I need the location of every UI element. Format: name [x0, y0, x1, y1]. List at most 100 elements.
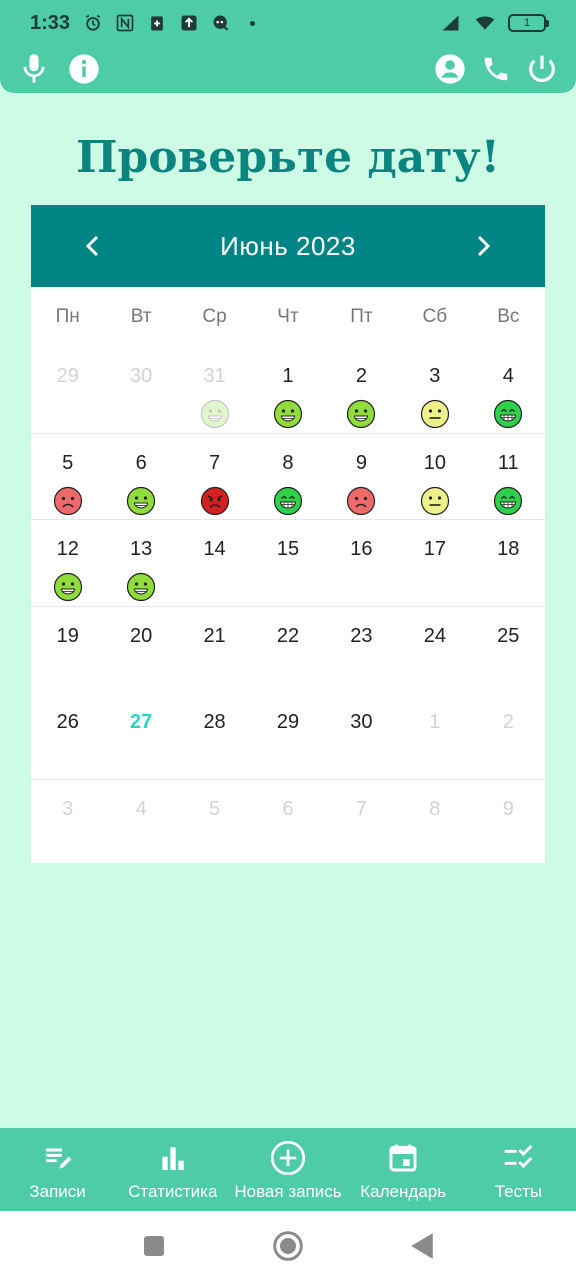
calendar-day[interactable]: 28	[178, 693, 251, 779]
day-number: 25	[497, 624, 520, 647]
back-button[interactable]	[405, 1229, 439, 1263]
calendar-day[interactable]: 13	[104, 520, 177, 606]
calendar-day[interactable]: 3	[31, 780, 104, 867]
calendar-day[interactable]: 23	[325, 607, 398, 694]
calendar-day-today[interactable]: 27	[104, 693, 177, 779]
calendar-day[interactable]: 6	[251, 780, 324, 867]
calendar-day[interactable]: 5	[31, 434, 104, 520]
day-number: 8	[429, 797, 441, 820]
day-number: 9	[355, 451, 367, 474]
status-right: 1	[440, 12, 549, 34]
calendar-day[interactable]: 7	[325, 780, 398, 867]
calendar-day[interactable]: 20	[104, 607, 177, 694]
calendar-day[interactable]: 14	[178, 520, 251, 606]
add-circle-icon	[270, 1140, 306, 1176]
day-number: 5	[209, 797, 221, 820]
prev-month-button[interactable]	[79, 232, 107, 260]
calendar-day[interactable]: 21	[178, 607, 251, 694]
day-number: 3	[62, 797, 74, 820]
calendar-day[interactable]: 29	[31, 347, 104, 433]
nfc-icon	[114, 12, 136, 34]
calendar-day[interactable]: 9	[325, 434, 398, 520]
calendar-day[interactable]: 10	[398, 434, 471, 520]
calendar-day[interactable]: 7	[178, 434, 251, 520]
calendar-day[interactable]: 22	[251, 607, 324, 694]
day-number: 26	[56, 711, 79, 733]
nav-label: Новая запись	[234, 1182, 342, 1201]
calendar-day[interactable]: 4	[472, 347, 545, 433]
medical-icon	[146, 12, 168, 34]
nav-item-new-entry[interactable]: Новая запись	[230, 1128, 345, 1211]
calendar-day[interactable]: 3	[398, 347, 471, 433]
calendar-day[interactable]: 24	[398, 607, 471, 694]
calendar-day[interactable]: 5	[178, 780, 251, 867]
day-number: 20	[130, 624, 153, 647]
calendar-day[interactable]: 29	[251, 693, 324, 779]
calendar-day[interactable]: 1	[398, 693, 471, 779]
angry-face-icon	[200, 486, 229, 515]
grinning-face-icon	[494, 399, 523, 429]
calendar-day[interactable]: 4	[104, 780, 177, 867]
weekday-label: Пн	[55, 306, 80, 327]
calendar-day[interactable]: 11	[472, 434, 545, 520]
calendar-day[interactable]: 31	[178, 347, 251, 433]
calendar-day[interactable]: 18	[472, 520, 545, 606]
checklist-icon	[500, 1140, 536, 1176]
weekday-label: Вс	[497, 306, 520, 327]
weekday-label: Вт	[130, 306, 152, 327]
weekday-label: Пт	[350, 306, 373, 327]
nav-item-tests[interactable]: Тесты	[461, 1128, 576, 1211]
day-number: 11	[497, 451, 519, 474]
calendar-day[interactable]: 2	[325, 347, 398, 433]
calendar-day[interactable]: 30	[104, 347, 177, 433]
day-number: 4	[135, 797, 147, 820]
wifi-icon	[474, 12, 496, 34]
recents-button[interactable]	[137, 1229, 171, 1263]
calendar-day[interactable]: 25	[472, 607, 545, 694]
home-button[interactable]	[271, 1229, 305, 1263]
nav-item-calendar[interactable]: Календарь	[346, 1128, 461, 1211]
chat-icon	[210, 12, 232, 34]
status-time: 1:33	[30, 11, 71, 34]
calendar-day[interactable]: 26	[31, 693, 104, 779]
next-month-button[interactable]	[469, 232, 497, 260]
calendar-day[interactable]: 16	[325, 520, 398, 606]
calendar-day[interactable]: 17	[398, 520, 471, 606]
weekday-label: Чт	[277, 306, 299, 327]
calendar-day[interactable]: 8	[251, 434, 324, 520]
phone-icon[interactable]	[478, 51, 514, 87]
nav-item-notes[interactable]: Записи	[0, 1128, 115, 1211]
nav-item-statistics[interactable]: Статистика	[115, 1128, 230, 1211]
weekday-row: Пн Вт Ср Чт Пт Сб Вс	[31, 287, 545, 347]
day-number: 7	[355, 797, 367, 820]
power-icon[interactable]	[524, 51, 560, 87]
battery-icon: 1	[508, 14, 549, 32]
calendar-day[interactable]: 9	[472, 780, 545, 867]
day-number: 5	[62, 451, 74, 474]
day-number: 18	[497, 538, 520, 560]
calendar-day[interactable]: 8	[398, 780, 471, 867]
alarm-icon	[82, 12, 104, 34]
day-number: 19	[56, 624, 79, 647]
month-label: Июнь 2023	[220, 230, 356, 261]
day-number: 3	[429, 365, 441, 387]
day-number: 29	[56, 365, 79, 387]
calendar-day[interactable]: 1	[251, 347, 324, 433]
account-icon[interactable]	[432, 51, 468, 87]
calendar-day[interactable]: 6	[104, 434, 177, 520]
calendar-day[interactable]: 30	[325, 693, 398, 779]
top-app-bar	[0, 44, 576, 93]
calendar-day[interactable]: 19	[31, 607, 104, 694]
calendar-week: 19 20 21 22 23 24 25	[31, 607, 545, 694]
microphone-icon[interactable]	[16, 51, 52, 87]
calendar-day[interactable]: 15	[251, 520, 324, 606]
info-icon[interactable]	[66, 51, 102, 87]
calendar-day[interactable]: 12	[31, 520, 104, 606]
calendar-day[interactable]: 2	[472, 693, 545, 779]
day-number: 2	[502, 711, 514, 733]
day-number: 4	[502, 365, 514, 387]
happy-face-icon	[200, 399, 229, 429]
day-number: 21	[203, 624, 226, 647]
day-number: 10	[423, 451, 446, 474]
notification-dot	[250, 20, 256, 26]
